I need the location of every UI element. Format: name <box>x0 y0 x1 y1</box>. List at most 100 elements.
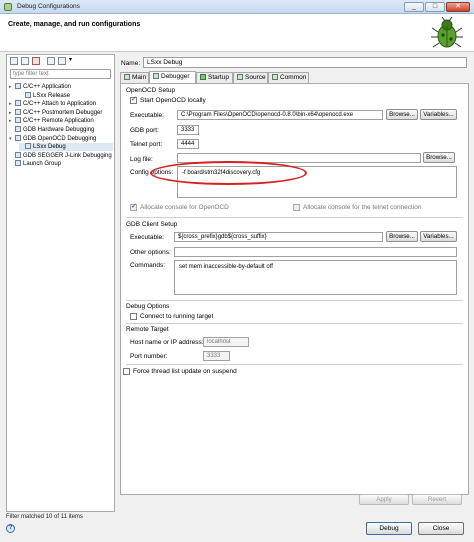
tree-category[interactable]: ▸ C/C++ Application <box>9 83 113 91</box>
allocate-openocd-console-checkbox[interactable] <box>130 202 137 211</box>
commands-textarea[interactable]: set mem inaccessible-by-default off <box>174 260 457 295</box>
config-type-icon <box>15 108 21 115</box>
allocate-telnet-console-label: Allocate console for the telnet connecti… <box>303 204 422 211</box>
config-type-icon <box>15 151 21 158</box>
configuration-list-pane: ▾ type filter text ▸ C/C++ Application LSx… <box>6 54 115 512</box>
tree-item-label: C/C++ Remote Application <box>23 118 94 125</box>
apply-button[interactable]: Apply <box>359 494 409 505</box>
port-number-label: Port number: <box>130 353 168 360</box>
configuration-editor: Name: LSxx Debug Main Debugger Startup S… <box>118 54 469 512</box>
tree-item[interactable]: LSxx Release <box>19 91 113 100</box>
tab-label: Common <box>280 74 307 81</box>
force-thread-update-label: Force thread list update on suspend <box>133 368 237 375</box>
help-icon[interactable]: ? <box>6 524 15 533</box>
debug-app-icon <box>4 3 12 11</box>
openocd-executable-label: Executable: <box>130 112 164 119</box>
debugger-tab-icon <box>153 73 159 79</box>
config-type-icon <box>15 83 21 89</box>
host-label: Host name or IP address: <box>130 339 204 346</box>
separator <box>126 323 463 324</box>
startup-tab-icon <box>200 74 206 80</box>
gdb-executable-input[interactable]: ${cross_prefix}gdb${cross_suffix} <box>174 232 383 242</box>
connect-running-target-label: Connect to running target <box>140 313 214 320</box>
debug-options-group-label: Debug Options <box>126 303 170 310</box>
config-type-icon <box>15 134 21 141</box>
tree-item-label: C/C++ Application <box>23 84 72 90</box>
start-openocd-checkbox[interactable] <box>130 95 137 104</box>
allocate-telnet-console-checkbox[interactable] <box>293 204 300 211</box>
close-window-button[interactable]: ✕ <box>446 2 470 12</box>
openocd-variables-button[interactable]: Variables... <box>420 109 457 120</box>
tab-label: Main <box>132 74 147 81</box>
tree-item-label: C/C++ Attach to Application <box>23 101 97 108</box>
separator <box>126 364 463 365</box>
duplicate-icon[interactable] <box>21 57 29 65</box>
highlight-ellipse <box>150 161 307 185</box>
window-title: Debug Configurations <box>17 3 80 10</box>
gdb-port-label: GDB port: <box>130 127 159 134</box>
tab-label: Source <box>245 74 266 81</box>
source-tab-icon <box>237 74 243 80</box>
title-bar: Debug Configurations _ □ ✕ <box>0 0 474 14</box>
log-browse-button[interactable]: Browse... <box>423 152 455 163</box>
openocd-browse-button[interactable]: Browse... <box>386 109 418 120</box>
remote-target-group-label: Remote Target <box>126 326 169 333</box>
telnet-port-input[interactable]: 4444 <box>177 139 199 149</box>
tab-startup[interactable]: Startup <box>196 72 233 83</box>
host-input[interactable]: localhost <box>203 337 249 347</box>
tree-category[interactable]: Launch Group <box>9 160 113 168</box>
debug-button[interactable]: Debug <box>366 522 412 535</box>
config-type-icon <box>15 100 21 107</box>
tab-source[interactable]: Source <box>233 72 268 83</box>
tree-category[interactable]: GDB SEGGER J-Link Debugging <box>9 151 113 160</box>
openocd-executable-input[interactable]: C:\Program Files\OpenOCD\openocd-0.8.0\b… <box>177 110 383 120</box>
tab-main[interactable]: Main <box>120 72 149 83</box>
new-config-icon[interactable] <box>10 57 18 65</box>
tree-item-label: GDB Hardware Debugging <box>23 127 95 133</box>
connect-running-target-checkbox[interactable] <box>130 313 137 320</box>
name-label: Name: <box>121 60 141 67</box>
log-file-label: Log file: <box>130 156 153 163</box>
dialog-header: Create, manage, and run configurations <box>0 14 474 52</box>
separator <box>126 300 463 301</box>
gdb-executable-label: Executable: <box>130 234 164 241</box>
gdb-port-input[interactable]: 3333 <box>177 125 199 135</box>
debugger-panel: OpenOCD Setup Start OpenOCD locally Exec… <box>120 83 469 495</box>
config-type-icon <box>15 160 21 167</box>
force-thread-update-checkbox[interactable] <box>123 368 130 375</box>
gdb-variables-button[interactable]: Variables... <box>420 231 457 242</box>
view-menu-icon[interactable]: ▾ <box>69 57 77 65</box>
filter-input[interactable]: type filter text <box>10 69 111 79</box>
tree-category[interactable]: ▸ C/C++ Postmortem Debugger <box>9 108 113 117</box>
tab-label: Startup <box>208 74 229 81</box>
tree-item-label: GDB OpenOCD Debugging <box>23 135 97 142</box>
tree-item[interactable]: LSxx Debug <box>19 143 113 152</box>
tree-item-label: GDB SEGGER J-Link Debugging <box>23 152 112 159</box>
filter-status: Filter matched 10 of 11 items <box>6 514 83 520</box>
collapse-all-icon[interactable] <box>47 57 55 65</box>
commands-value: set mem inaccessible-by-default off <box>179 264 273 270</box>
allocate-openocd-console-label: Allocate console for OpenOCD <box>140 204 229 211</box>
gdb-browse-button[interactable]: Browse... <box>386 231 418 242</box>
config-type-icon <box>15 126 21 132</box>
tree-category[interactable]: ▾ GDB OpenOCD Debugging <box>9 134 113 143</box>
maximize-button[interactable]: □ <box>425 2 445 12</box>
tree-category[interactable]: ▸ C/C++ Attach to Application <box>9 100 113 108</box>
minimize-button[interactable]: _ <box>404 2 424 12</box>
tree-item-label: C/C++ Postmortem Debugger <box>23 109 103 116</box>
tree-category[interactable]: GDB Hardware Debugging <box>9 126 113 134</box>
commands-label: Commands: <box>130 262 166 269</box>
tree-item-label: LSxx Debug <box>33 144 66 151</box>
header-title: Create, manage, and run configurations <box>8 21 141 28</box>
name-input[interactable]: LSxx Debug <box>143 57 467 68</box>
tree-category[interactable]: ▸ C/C++ Remote Application <box>9 117 113 125</box>
filter-icon[interactable] <box>58 57 66 65</box>
delete-icon[interactable] <box>32 57 40 65</box>
close-button[interactable]: Close <box>418 522 464 535</box>
port-number-input[interactable]: 3333 <box>203 351 230 361</box>
bug-icon <box>431 16 463 48</box>
revert-button[interactable]: Revert <box>412 494 462 505</box>
config-type-icon <box>25 91 31 98</box>
tab-common[interactable]: Common <box>268 72 309 83</box>
other-options-input[interactable] <box>174 247 457 257</box>
